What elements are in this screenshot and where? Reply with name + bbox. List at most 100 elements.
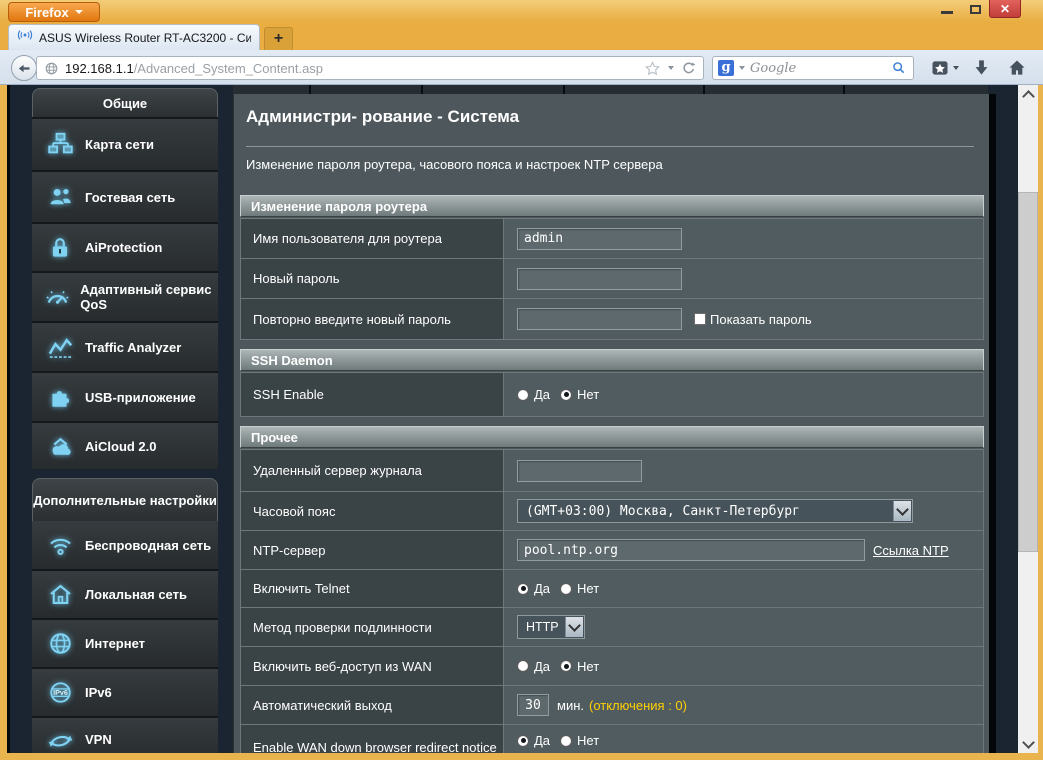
internet-globe-icon	[44, 630, 76, 657]
browser-tab[interactable]: ASUS Wireless Router RT-AC3200 - Сист...	[8, 24, 260, 50]
auto-logout-note: (отключения : 0)	[589, 698, 687, 713]
wan-access-label: Включить веб-доступ из WAN	[241, 647, 504, 685]
table-row: NTP-сервер pool.ntp.org Ссылка NTP	[241, 531, 983, 570]
wireless-icon	[44, 532, 76, 559]
table-row: Автоматический выход 30 мин. (отключения…	[241, 686, 983, 725]
google-logo-icon[interactable]: g	[718, 60, 734, 76]
browser-window: Firefox ✕ ASUS Wireless Router RT-AC3200…	[0, 0, 1043, 760]
retype-password-input[interactable]	[517, 308, 682, 330]
home-button[interactable]	[1004, 54, 1030, 81]
sidebar-item-qos[interactable]: Адаптивный сервис QoS	[32, 271, 218, 321]
section-header-password: Изменение пароля роутера	[240, 195, 984, 217]
guest-network-icon	[44, 184, 76, 211]
sidebar-item-guest-network[interactable]: Гостевая сеть	[32, 170, 218, 222]
sidebar-item-ipv6[interactable]: IPv6 IPv6	[32, 667, 218, 716]
ssh-no-radio[interactable]	[560, 389, 572, 401]
page-description: Изменение пароля роутера, часового пояса…	[246, 157, 663, 172]
telnet-label: Включить Telnet	[241, 570, 504, 607]
table-row: Включить веб-доступ из WAN Да Нет	[241, 647, 983, 686]
tab-title: ASUS Wireless Router RT-AC3200 - Сист...	[39, 31, 251, 45]
new-tab-button[interactable]: +	[264, 27, 293, 50]
content-right-gap	[988, 94, 996, 753]
window-frame-right	[1038, 85, 1043, 753]
sidebar-item-internet[interactable]: Интернет	[32, 618, 218, 667]
new-password-input[interactable]	[517, 268, 682, 290]
minimize-button[interactable]	[933, 0, 961, 18]
scroll-down-button[interactable]	[1018, 735, 1038, 753]
retype-password-label: Повторно введите новый пароль	[241, 299, 504, 339]
sidebar-item-wireless[interactable]: Беспроводная сеть	[32, 521, 218, 569]
ssh-enable-label: SSH Enable	[241, 373, 504, 416]
table-row: Включить Telnet Да Нет	[241, 570, 983, 608]
table-row: SSH Enable Да Нет	[241, 373, 983, 416]
bookmark-star-icon[interactable]	[644, 60, 661, 77]
password-table: Имя пользователя для роутера admin Новый…	[240, 218, 984, 340]
sidebar-item-aiprotection[interactable]: AiProtection	[32, 222, 218, 271]
show-bookmarks-button[interactable]	[924, 54, 964, 81]
sidebar-item-traffic-analyzer[interactable]: Traffic Analyzer	[32, 321, 218, 371]
window-frame-left	[0, 85, 7, 753]
qos-icon	[44, 284, 71, 311]
sidebar-header-general: Общие	[32, 88, 218, 117]
close-button[interactable]: ✕	[989, 0, 1021, 18]
page-scrollbar[interactable]	[1018, 85, 1038, 753]
maximize-button[interactable]	[961, 0, 989, 18]
page-title: Администри- рование - Система	[246, 107, 519, 127]
telnet-yes-radio[interactable]	[517, 583, 529, 595]
remote-log-label: Удаленный сервер журнала	[241, 450, 504, 491]
svg-text:IPv6: IPv6	[53, 688, 68, 697]
new-password-label: Новый пароль	[241, 259, 504, 298]
ntp-link[interactable]: Ссылка NTP	[873, 543, 949, 558]
url-dropdown-icon[interactable]	[668, 66, 674, 70]
title-divider	[246, 146, 974, 147]
download-arrow-icon	[972, 58, 991, 77]
minimize-icon	[941, 11, 953, 14]
table-row: Удаленный сервер журнала	[241, 450, 983, 492]
select-arrow-icon[interactable]	[893, 501, 911, 521]
search-engine-dropdown-icon[interactable]	[739, 66, 745, 70]
page-left-edge	[7, 85, 10, 753]
remote-log-input[interactable]	[517, 460, 642, 482]
chevron-down-icon	[75, 10, 83, 14]
url-host: 192.168.1.1	[65, 61, 134, 76]
title-bar	[0, 0, 1043, 22]
plus-icon: +	[274, 30, 283, 48]
downloads-button[interactable]	[968, 54, 994, 81]
table-row: Имя пользователя для роутера admin	[241, 219, 983, 259]
show-password-checkbox[interactable]	[694, 313, 706, 325]
telnet-no-radio[interactable]	[560, 583, 572, 595]
wan-access-yes-radio[interactable]	[517, 660, 529, 672]
redirect-no-radio[interactable]	[560, 735, 572, 747]
auth-method-select[interactable]: HTTP	[517, 615, 585, 639]
wan-access-no-radio[interactable]	[560, 660, 572, 672]
lan-home-icon	[44, 581, 76, 608]
sidebar-item-network-map[interactable]: Карта сети	[32, 117, 218, 170]
back-button[interactable]	[11, 55, 37, 81]
network-map-icon	[44, 131, 76, 158]
sidebar-item-usb-application[interactable]: USB-приложение	[32, 371, 218, 421]
search-bar[interactable]: g Google	[712, 56, 914, 80]
auto-logout-unit: мин.	[557, 698, 584, 713]
ssh-yes-radio[interactable]	[517, 389, 529, 401]
sidebar-item-lan[interactable]: Локальная сеть	[32, 569, 218, 618]
redirect-yes-radio[interactable]	[517, 735, 529, 747]
sidebar-item-aicloud[interactable]: AiCloud 2.0	[32, 421, 218, 469]
reload-icon[interactable]	[681, 60, 697, 76]
section-header-misc: Прочее	[240, 426, 984, 448]
timezone-select[interactable]: (GMT+03:00) Москва, Санкт-Петербург	[517, 499, 913, 523]
table-row: Новый пароль	[241, 259, 983, 299]
table-row: Часовой пояс (GMT+03:00) Москва, Санкт-П…	[241, 492, 983, 531]
section-header-ssh: SSH Daemon	[240, 349, 984, 371]
scroll-up-button[interactable]	[1018, 85, 1038, 103]
select-arrow-icon[interactable]	[565, 617, 583, 637]
router-username-input[interactable]: admin	[517, 228, 682, 250]
home-icon	[1007, 58, 1027, 78]
sidebar-header-advanced: Дополнительные настройки	[32, 478, 218, 521]
scrollbar-thumb[interactable]	[1018, 192, 1038, 552]
search-icon[interactable]	[891, 60, 907, 76]
url-bar[interactable]: 192.168.1.1/Advanced_System_Content.asp	[36, 56, 704, 80]
auto-logout-input[interactable]: 30	[517, 694, 549, 716]
firefox-menu-button[interactable]: Firefox	[8, 2, 100, 22]
misc-table: Удаленный сервер журнала Часовой пояс (G…	[240, 449, 984, 753]
ntp-server-input[interactable]: pool.ntp.org	[517, 539, 865, 561]
